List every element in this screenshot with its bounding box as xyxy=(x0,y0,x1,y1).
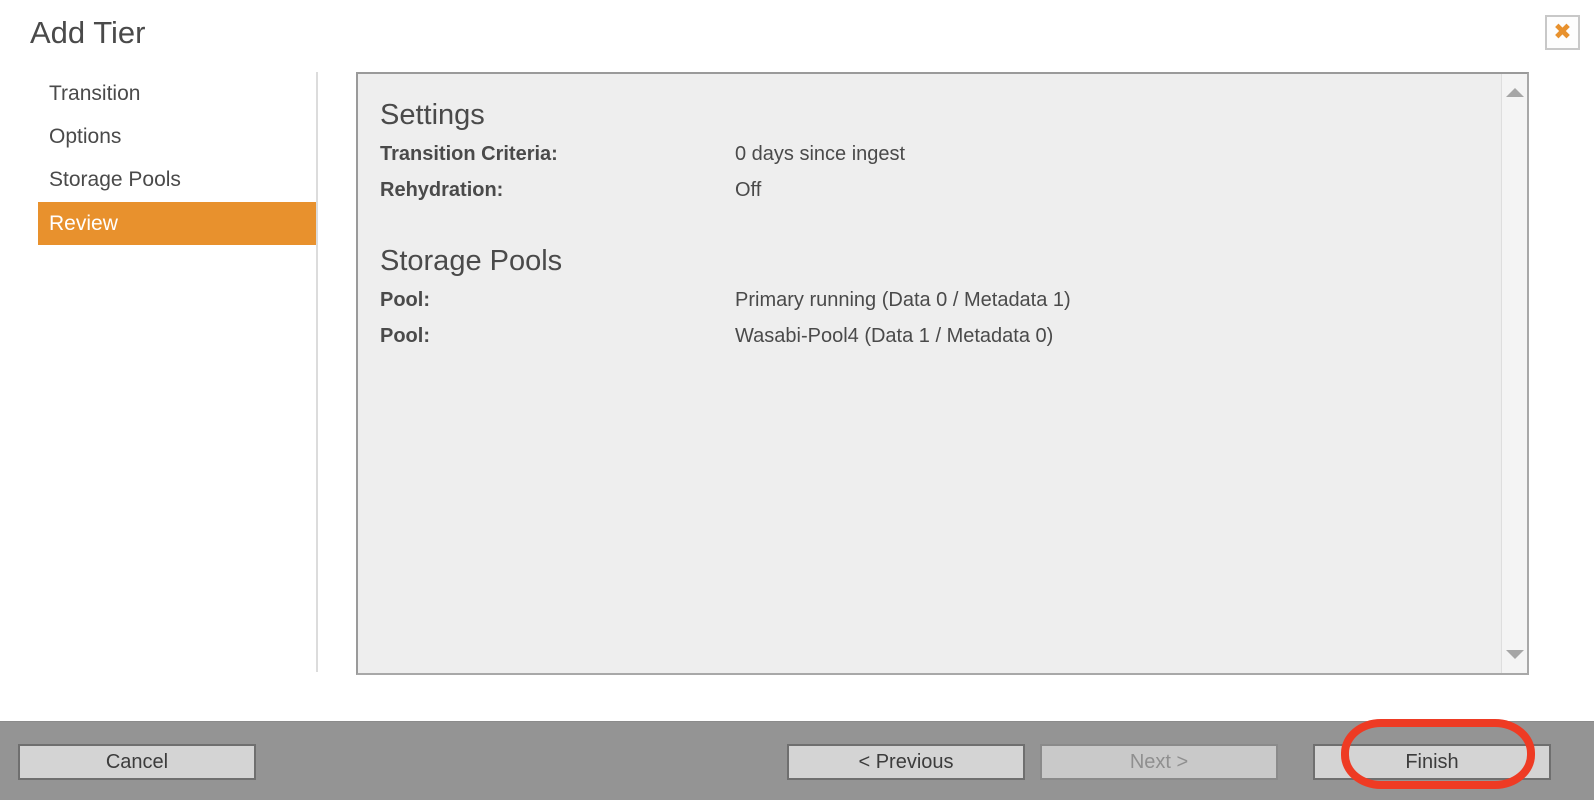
close-button[interactable]: ✖ xyxy=(1545,15,1580,50)
next-button: Next > xyxy=(1040,744,1278,780)
pool-label: Pool: xyxy=(380,289,735,312)
sidebar-item-label: Transition xyxy=(49,82,140,106)
sidebar-item-label: Options xyxy=(49,125,121,149)
pool-value: Wasabi-Pool4 (Data 1 / Metadata 0) xyxy=(735,325,1053,348)
wizard-step-nav: Transition Options Storage Pools Review xyxy=(0,72,318,672)
summary-row: Rehydration: Off xyxy=(380,172,1501,208)
previous-button[interactable]: < Previous xyxy=(787,744,1025,780)
rehydration-value: Off xyxy=(735,179,761,202)
finish-button[interactable]: Finish xyxy=(1313,744,1551,780)
summary-row: Transition Criteria: 0 days since ingest xyxy=(380,136,1501,172)
pool-value: Primary running (Data 0 / Metadata 1) xyxy=(735,289,1071,312)
sidebar-item-storage-pools[interactable]: Storage Pools xyxy=(38,158,316,201)
summary-row: Pool: Primary running (Data 0 / Metadata… xyxy=(380,282,1501,318)
settings-section-heading: Settings xyxy=(380,96,1501,134)
sidebar-item-review[interactable]: Review xyxy=(38,202,316,245)
sidebar-item-options[interactable]: Options xyxy=(38,115,316,158)
close-icon: ✖ xyxy=(1553,22,1571,44)
transition-criteria-label: Transition Criteria: xyxy=(380,143,735,166)
scroll-down-arrow-icon[interactable] xyxy=(1506,650,1524,659)
summary-row: Pool: Wasabi-Pool4 (Data 1 / Metadata 0) xyxy=(380,318,1501,354)
wizard-body: Transition Options Storage Pools Review … xyxy=(0,72,1594,676)
transition-criteria-value: 0 days since ingest xyxy=(735,143,905,166)
rehydration-label: Rehydration: xyxy=(380,179,735,202)
dialog-footer: Cancel < Previous Next > Finish xyxy=(0,721,1594,800)
storage-pools-section-heading: Storage Pools xyxy=(380,242,1501,280)
sidebar-item-transition[interactable]: Transition xyxy=(38,72,316,115)
review-content-inner: Settings Transition Criteria: 0 days sin… xyxy=(358,74,1501,673)
sidebar-item-label: Review xyxy=(49,212,118,236)
scroll-up-arrow-icon[interactable] xyxy=(1506,88,1524,97)
page-title: Add Tier xyxy=(30,14,145,52)
sidebar-item-label: Storage Pools xyxy=(49,168,181,192)
pool-label: Pool: xyxy=(380,325,735,348)
cancel-button[interactable]: Cancel xyxy=(18,744,256,780)
review-content-panel: Settings Transition Criteria: 0 days sin… xyxy=(356,72,1529,675)
vertical-scrollbar[interactable] xyxy=(1501,74,1527,673)
